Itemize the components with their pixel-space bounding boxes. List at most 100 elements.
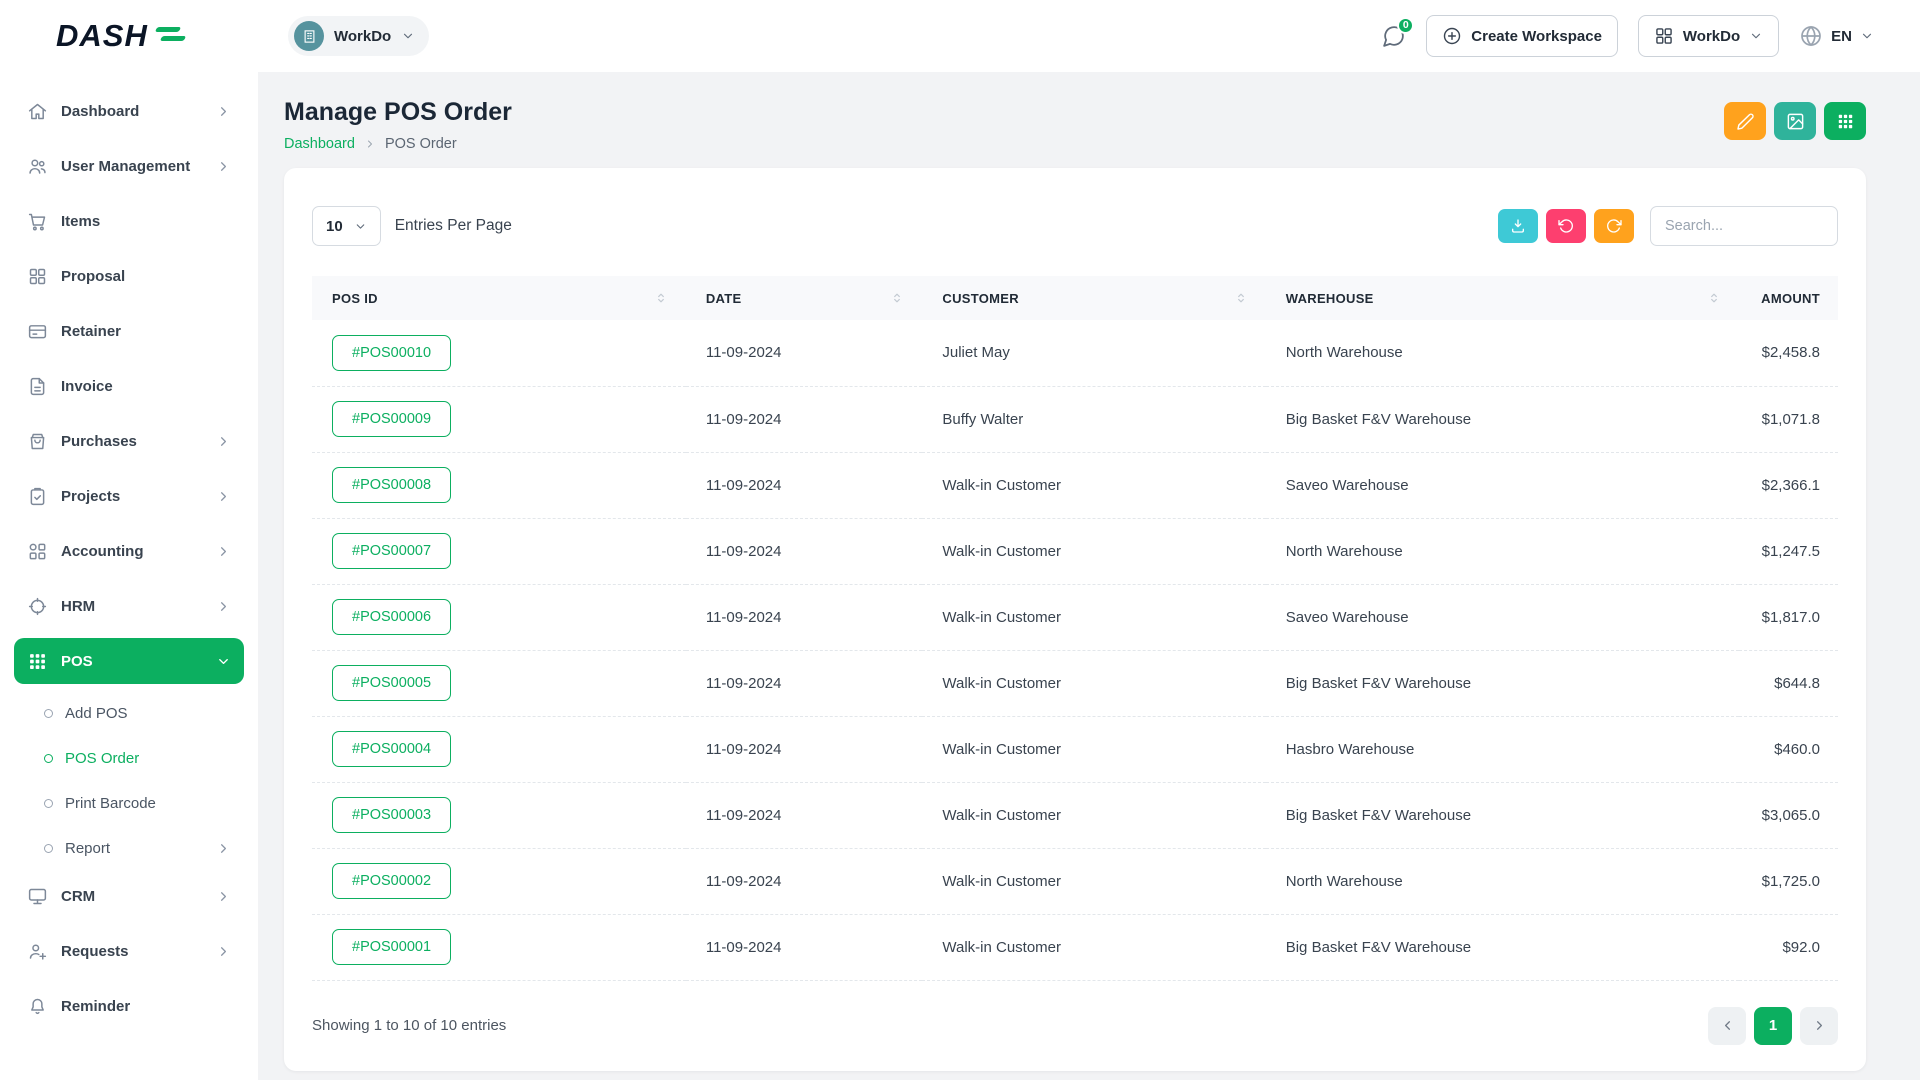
sidebar-item-reminder[interactable]: Reminder: [14, 983, 244, 1029]
clipboard-check-icon: [27, 486, 48, 507]
sidebar-subitem-pos-order[interactable]: POS Order: [14, 738, 244, 779]
sidebar-item-label: Purchases: [61, 433, 203, 450]
export-button[interactable]: [1498, 209, 1538, 243]
chevron-down-icon: [401, 29, 415, 43]
grid-icon: [1836, 112, 1855, 131]
language-selector[interactable]: EN: [1799, 24, 1874, 48]
sidebar-subitem-add-pos[interactable]: Add POS: [14, 693, 244, 734]
sidebar-subitem-print-barcode[interactable]: Print Barcode: [14, 783, 244, 824]
entries-per-page-select[interactable]: 10: [312, 206, 381, 246]
customer-cell: Walk-in Customer: [922, 452, 1265, 518]
sidebar-item-hrm[interactable]: HRM: [14, 583, 244, 629]
column-header-customer[interactable]: CUSTOMER: [922, 276, 1265, 320]
sidebar-item-projects[interactable]: Projects: [14, 473, 244, 519]
sidebar-item-label: POS: [61, 653, 203, 670]
pos-id-button[interactable]: #POS00008: [332, 467, 451, 503]
sidebar-item-pos[interactable]: POS: [14, 638, 244, 684]
pos-id-button[interactable]: #POS00007: [332, 533, 451, 569]
refresh-button[interactable]: [1594, 209, 1634, 243]
app-menu-button[interactable]: WorkDo: [1638, 15, 1779, 57]
chevron-right-icon: [216, 841, 231, 856]
messages-button[interactable]: 0: [1381, 24, 1406, 49]
pagination-page-1[interactable]: 1: [1754, 1007, 1792, 1045]
grid-icon: [27, 651, 48, 672]
category-icon: [27, 541, 48, 562]
undo-button[interactable]: [1546, 209, 1586, 243]
chevron-right-icon: [216, 944, 231, 959]
sidebar-item-label: Projects: [61, 488, 203, 505]
sidebar-subitem-label: Print Barcode: [65, 795, 156, 812]
sidebar-item-label: Requests: [61, 943, 203, 960]
table-row: #POS00004 11-09-2024 Walk-in Customer Ha…: [312, 716, 1838, 782]
sidebar-item-retainer[interactable]: Retainer: [14, 308, 244, 354]
column-header-amount[interactable]: AMOUNT: [1739, 276, 1838, 320]
amount-cell: $3,065.0: [1739, 782, 1838, 848]
date-cell: 11-09-2024: [686, 584, 923, 650]
chevron-down-icon: [1860, 29, 1874, 43]
amount-cell: $2,366.1: [1739, 452, 1838, 518]
create-workspace-label: Create Workspace: [1471, 28, 1602, 45]
warehouse-cell: Big Basket F&V Warehouse: [1266, 914, 1739, 980]
sidebar-item-proposal[interactable]: Proposal: [14, 253, 244, 299]
edit-button[interactable]: [1724, 102, 1766, 140]
breadcrumb-dashboard-link[interactable]: Dashboard: [284, 136, 355, 152]
date-cell: 11-09-2024: [686, 320, 923, 386]
pos-id-button[interactable]: #POS00002: [332, 863, 451, 899]
pagination: 1: [1708, 1007, 1838, 1045]
pos-id-button[interactable]: #POS00006: [332, 599, 451, 635]
sidebar-subitem-report[interactable]: Report: [14, 828, 244, 869]
users-icon: [27, 156, 48, 177]
warehouse-cell: North Warehouse: [1266, 320, 1739, 386]
pos-id-button[interactable]: #POS00009: [332, 401, 451, 437]
brand-logo[interactable]: DASH: [56, 18, 176, 54]
topbar: WorkDo 0 Create Workspace WorkDo EN: [258, 0, 1920, 72]
pos-id-button[interactable]: #POS00010: [332, 335, 451, 371]
table-row: #POS00005 11-09-2024 Walk-in Customer Bi…: [312, 650, 1838, 716]
customer-cell: Walk-in Customer: [922, 650, 1265, 716]
sidebar-item-purchases[interactable]: Purchases: [14, 418, 244, 464]
sidebar-item-label: Reminder: [61, 998, 231, 1015]
table-row: #POS00007 11-09-2024 Walk-in Customer No…: [312, 518, 1838, 584]
pos-id-button[interactable]: #POS00003: [332, 797, 451, 833]
file-icon: [27, 376, 48, 397]
create-workspace-button[interactable]: Create Workspace: [1426, 15, 1618, 57]
sidebar-item-label: Proposal: [61, 268, 231, 285]
pos-order-card: 10 Entries Per Page POS ID: [284, 168, 1866, 1071]
warehouse-cell: Saveo Warehouse: [1266, 452, 1739, 518]
sidebar: DASH Dashboard User Management Items Pro…: [0, 0, 258, 1080]
search-input[interactable]: [1650, 206, 1838, 246]
monitor-icon: [27, 886, 48, 907]
warehouse-cell: North Warehouse: [1266, 848, 1739, 914]
date-cell: 11-09-2024: [686, 848, 923, 914]
column-label: DATE: [706, 291, 742, 306]
sidebar-item-invoice[interactable]: Invoice: [14, 363, 244, 409]
column-header-warehouse[interactable]: WAREHOUSE: [1266, 276, 1739, 320]
pagination-next-button[interactable]: [1800, 1007, 1838, 1045]
messages-badge: 0: [1397, 17, 1414, 34]
date-cell: 11-09-2024: [686, 716, 923, 782]
column-header-date[interactable]: DATE: [686, 276, 923, 320]
sidebar-item-accounting[interactable]: Accounting: [14, 528, 244, 574]
home-icon: [27, 101, 48, 122]
amount-cell: $92.0: [1739, 914, 1838, 980]
sidebar-item-crm[interactable]: CRM: [14, 873, 244, 919]
pagination-prev-button[interactable]: [1708, 1007, 1746, 1045]
sidebar-item-items[interactable]: Items: [14, 198, 244, 244]
apps-button[interactable]: [1824, 102, 1866, 140]
chevron-down-icon: [1749, 29, 1763, 43]
refresh-icon: [1606, 218, 1622, 234]
customer-cell: Walk-in Customer: [922, 584, 1265, 650]
sidebar-item-requests[interactable]: Requests: [14, 928, 244, 974]
sort-icon: [1234, 291, 1248, 305]
pos-id-button[interactable]: #POS00004: [332, 731, 451, 767]
gallery-button[interactable]: [1774, 102, 1816, 140]
sidebar-item-dashboard[interactable]: Dashboard: [14, 88, 244, 134]
sidebar-item-user-management[interactable]: User Management: [14, 143, 244, 189]
pos-id-button[interactable]: #POS00005: [332, 665, 451, 701]
cart-icon: [27, 211, 48, 232]
workspace-selector[interactable]: WorkDo: [288, 16, 429, 56]
user-plus-icon: [27, 941, 48, 962]
wallet-icon: [27, 321, 48, 342]
pos-id-button[interactable]: #POS00001: [332, 929, 451, 965]
column-header-pos-id[interactable]: POS ID: [312, 276, 686, 320]
